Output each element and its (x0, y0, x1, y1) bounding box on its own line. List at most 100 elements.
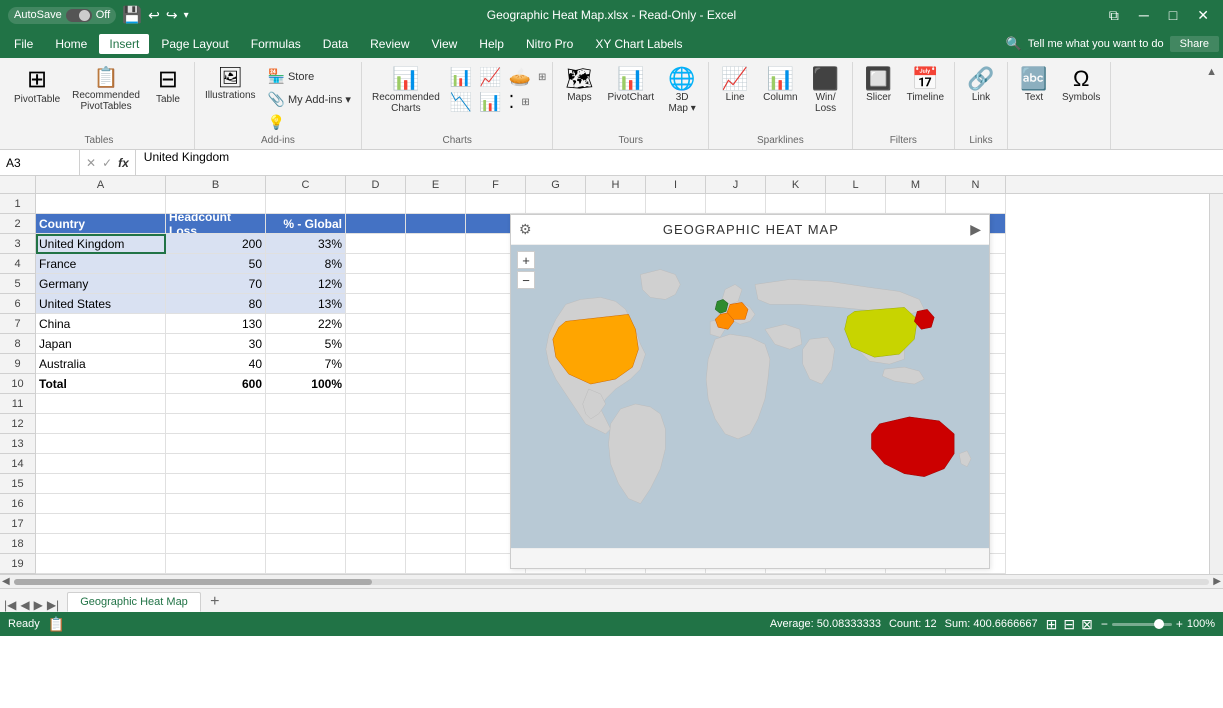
row-number[interactable]: 2 (0, 214, 36, 234)
horizontal-scrollbar[interactable]: ◀ ▶ (0, 574, 1223, 588)
cell-16-E[interactable] (406, 494, 466, 514)
row-number[interactable]: 6 (0, 294, 36, 314)
illustrations-button[interactable]: 🖼 Illustrations (201, 66, 260, 103)
maps-button[interactable]: 🗺 Maps (559, 66, 599, 105)
charts-expand[interactable]: ⊞ (538, 72, 546, 83)
cell-1-B[interactable] (166, 194, 266, 214)
cell-5-A[interactable]: Germany (36, 274, 166, 294)
row-number[interactable]: 8 (0, 334, 36, 354)
menu-review[interactable]: Review (360, 34, 419, 54)
add-sheet-button[interactable]: + (205, 592, 225, 612)
cell-7-C[interactable]: 22% (266, 314, 346, 334)
cell-11-A[interactable] (36, 394, 166, 414)
cell-8-A[interactable]: Japan (36, 334, 166, 354)
cell-1-L[interactable] (826, 194, 886, 214)
cell-13-B[interactable] (166, 434, 266, 454)
pivot-table-button[interactable]: ⊞ PivotTable (10, 66, 64, 107)
col-header-L[interactable]: L (826, 176, 886, 193)
cell-10-A[interactable]: Total (36, 374, 166, 394)
h-scroll-thumb[interactable] (14, 579, 373, 585)
menu-data[interactable]: Data (313, 34, 358, 54)
row-number[interactable]: 13 (0, 434, 36, 454)
cell-7-B[interactable]: 130 (166, 314, 266, 334)
row-number[interactable]: 16 (0, 494, 36, 514)
cell-9-E[interactable] (406, 354, 466, 374)
sparkline-column-button[interactable]: 📊 Column (759, 66, 801, 105)
menu-insert[interactable]: Insert (99, 34, 149, 54)
cell-14-B[interactable] (166, 454, 266, 474)
symbols-button[interactable]: Ω Symbols (1058, 66, 1104, 105)
row-number[interactable]: 5 (0, 274, 36, 294)
myaddin-button[interactable]: 📎 My Add-ins ▾ (264, 89, 355, 110)
cell-9-C[interactable]: 7% (266, 354, 346, 374)
cell-8-B[interactable]: 30 (166, 334, 266, 354)
cell-12-B[interactable] (166, 414, 266, 434)
cell-14-A[interactable] (36, 454, 166, 474)
cell-5-B[interactable]: 70 (166, 274, 266, 294)
zoom-in-status[interactable]: + (1176, 617, 1183, 631)
h-scroll-track[interactable] (14, 579, 1210, 585)
menu-page-layout[interactable]: Page Layout (151, 34, 238, 54)
cell-1-I[interactable] (646, 194, 706, 214)
map-scroll-right[interactable]: ▶ (970, 221, 981, 238)
row-number[interactable]: 9 (0, 354, 36, 374)
row-number[interactable]: 12 (0, 414, 36, 434)
cell-18-C[interactable] (266, 534, 346, 554)
col-header-E[interactable]: E (406, 176, 466, 193)
sheet-tab-geographic-heat-map[interactable]: Geographic Heat Map (67, 592, 201, 612)
cell-15-D[interactable] (346, 474, 406, 494)
cell-12-A[interactable] (36, 414, 166, 434)
row-number[interactable]: 11 (0, 394, 36, 414)
slicer-button[interactable]: 🔲 Slicer (859, 66, 899, 105)
cell-2-E[interactable] (406, 214, 466, 234)
cell-15-B[interactable] (166, 474, 266, 494)
cell-3-D[interactable] (346, 234, 406, 254)
sparkline-line-button[interactable]: 📈 Line (715, 66, 755, 105)
cell-15-A[interactable] (36, 474, 166, 494)
cell-3-C[interactable]: 33% (266, 234, 346, 254)
row-number[interactable]: 15 (0, 474, 36, 494)
cell-8-E[interactable] (406, 334, 466, 354)
col-header-G[interactable]: G (526, 176, 586, 193)
recommended-charts-button[interactable]: 📊 RecommendedCharts (368, 66, 444, 116)
cell-10-D[interactable] (346, 374, 406, 394)
cell-8-C[interactable]: 5% (266, 334, 346, 354)
timeline-button[interactable]: 📅 Timeline (903, 66, 948, 105)
bar-chart-button[interactable]: 📉 (448, 91, 474, 114)
cell-4-D[interactable] (346, 254, 406, 274)
ribbon-collapse[interactable]: ▲ (1204, 62, 1219, 80)
formula-input[interactable]: United Kingdom (136, 150, 1223, 175)
formula-confirm-icon[interactable]: ✓ (102, 156, 112, 170)
cell-19-E[interactable] (406, 554, 466, 574)
row-number[interactable]: 3 (0, 234, 36, 254)
cell-16-A[interactable] (36, 494, 166, 514)
cell-6-C[interactable]: 13% (266, 294, 346, 314)
cell-8-D[interactable] (346, 334, 406, 354)
share-button[interactable]: Share (1170, 36, 1219, 52)
cell-18-E[interactable] (406, 534, 466, 554)
cell-12-C[interactable] (266, 414, 346, 434)
store-button[interactable]: 🏪 Store (264, 66, 355, 87)
cell-6-D[interactable] (346, 294, 406, 314)
cell-16-C[interactable] (266, 494, 346, 514)
cell-11-C[interactable] (266, 394, 346, 414)
col-header-B[interactable]: B (166, 176, 266, 193)
map-settings-icon[interactable]: ⚙ (519, 221, 532, 238)
cell-17-C[interactable] (266, 514, 346, 534)
cell-7-E[interactable] (406, 314, 466, 334)
cell-3-E[interactable] (406, 234, 466, 254)
next-sheet-btn[interactable]: ▶ (34, 598, 43, 612)
zoom-in-button[interactable]: + (517, 251, 535, 269)
recommended-pivottables-button[interactable]: 📋 RecommendedPivotTables (68, 66, 144, 114)
last-sheet-btn[interactable]: ▶| (47, 598, 59, 612)
cell-16-B[interactable] (166, 494, 266, 514)
menu-file[interactable]: File (4, 34, 43, 54)
zoom-out-status[interactable]: − (1101, 617, 1108, 631)
quick-access-dropdown[interactable]: ▾ (184, 10, 189, 21)
cell-10-B[interactable]: 600 (166, 374, 266, 394)
row-number[interactable]: 19 (0, 554, 36, 574)
zoom-slider[interactable] (1112, 623, 1172, 626)
text-button[interactable]: 🔤 Text (1014, 66, 1054, 105)
cell-1-M[interactable] (886, 194, 946, 214)
cell-18-B[interactable] (166, 534, 266, 554)
